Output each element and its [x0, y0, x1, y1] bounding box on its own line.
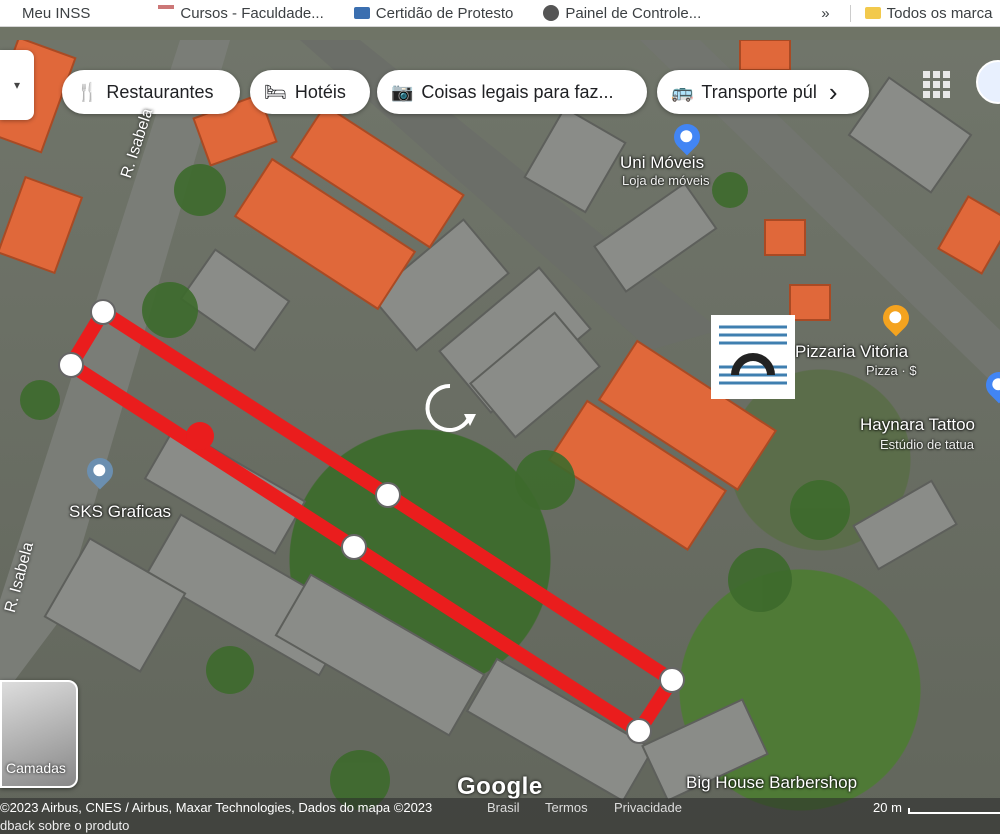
bed-icon: 🛏 — [264, 81, 287, 102]
bus-icon: 🚌 — [671, 81, 694, 102]
building — [852, 479, 958, 571]
feedback-link[interactable]: dback sobre o produto — [0, 818, 129, 833]
place-subtitle: Estúdio de tatua — [880, 437, 974, 452]
privacy-link[interactable]: Privacidade — [614, 800, 682, 815]
orange-roof — [936, 195, 1000, 275]
tree — [515, 450, 575, 510]
measurement-vertex[interactable] — [659, 667, 685, 693]
terms-link[interactable]: Termos — [545, 800, 588, 815]
chip-hoteis[interactable]: 🛏 Hotéis — [250, 70, 370, 114]
layers-label: Camadas — [6, 760, 66, 776]
tree — [712, 172, 748, 208]
tree — [20, 380, 60, 420]
bookmark-painel[interactable]: Painel de Controle... — [543, 5, 701, 22]
chip-label: Coisas legais para faz... — [421, 81, 614, 102]
chip-label: Hotéis — [294, 81, 346, 102]
map-scene — [0, 40, 1000, 810]
bookmark-label: Painel de Controle... — [565, 4, 702, 22]
chip-label: Restaurantes — [106, 81, 214, 102]
tree — [790, 480, 850, 540]
measurement-vertex[interactable] — [626, 718, 652, 744]
bookmark-certidao[interactable]: Certidão de Protesto — [353, 4, 514, 22]
apps-grid-icon[interactable] — [920, 68, 954, 102]
chip-coisas-legais[interactable]: 📷 Coisas legais para faz... — [377, 70, 647, 114]
chip-restaurantes[interactable]: 🍴 Restaurantes — [62, 70, 240, 114]
graduation-cap-icon — [158, 5, 175, 21]
place-name[interactable]: Haynara Tattoo — [860, 415, 975, 435]
bookmarks-bar: Meu INSS Cursos - Faculdade... Certidão … — [0, 0, 1000, 27]
tree — [206, 646, 254, 694]
measurement-start-marker — [186, 422, 214, 450]
bookmark-all[interactable]: Todos os marca — [849, 4, 993, 22]
place-subtitle: Loja de móveis — [622, 173, 710, 188]
camera-icon: 📷 — [391, 81, 414, 102]
orange-roof — [789, 284, 831, 321]
map-footer: ©2023 Airbus, CNES / Airbus, Maxar Techn… — [0, 798, 1000, 834]
bookmark-label: Cursos - Faculdade... — [180, 4, 324, 22]
document-icon — [353, 7, 370, 19]
chip-label: Transporte púl — [701, 81, 817, 102]
building — [179, 248, 291, 352]
orange-roof — [0, 175, 84, 275]
place-name[interactable]: Pizzaria Vitória — [795, 342, 908, 362]
place-name[interactable]: Uni Móveis — [620, 153, 704, 173]
copyright-text: ©2023 Airbus, CNES / Airbus, Maxar Techn… — [0, 800, 433, 815]
bookmark-meu-inss[interactable]: Meu INSS — [0, 5, 90, 22]
fork-knife-icon: 🍴 — [76, 81, 99, 102]
tree — [728, 548, 792, 612]
bookmark-label: Todos os marca — [886, 4, 993, 22]
place-subtitle: Pizza · $ — [866, 363, 917, 378]
measurement-vertex[interactable] — [375, 482, 401, 508]
chips-next-arrow-icon[interactable]: › — [829, 77, 838, 108]
bookmarks-overflow-button[interactable]: » — [821, 5, 829, 22]
folder-icon — [864, 7, 881, 19]
place-name[interactable]: SKS Graficas — [69, 502, 171, 522]
scale-bar — [908, 808, 1000, 814]
layers-button[interactable]: Camadas — [0, 680, 78, 788]
bookmark-label: Certidão de Protesto — [375, 4, 514, 22]
rotate-icon[interactable] — [420, 378, 480, 438]
tunnel-icon[interactable] — [711, 315, 795, 399]
country-link[interactable]: Brasil — [487, 800, 520, 815]
scale-label[interactable]: 20 m — [873, 800, 902, 815]
tree — [142, 282, 198, 338]
satellite-map[interactable] — [0, 40, 1000, 834]
side-panel-toggle[interactable]: ▾ — [0, 50, 34, 120]
measurement-vertex[interactable] — [341, 534, 367, 560]
measurement-vertex[interactable] — [90, 299, 116, 325]
chip-transporte[interactable]: 🚌 Transporte púl › — [657, 70, 869, 114]
page-icon — [0, 7, 16, 19]
bookmark-label: Meu INSS — [22, 4, 91, 22]
place-name[interactable]: Big House Barbershop — [686, 773, 857, 793]
tree — [174, 164, 226, 216]
orange-roof — [764, 219, 806, 256]
measurement-vertex[interactable] — [58, 352, 84, 378]
chevron-down-icon: ▾ — [13, 78, 21, 92]
google-logo: Google — [457, 773, 543, 800]
orange-roof — [739, 40, 791, 71]
bookmark-cursos[interactable]: Cursos - Faculdade... — [158, 4, 324, 22]
globe-icon — [543, 5, 560, 21]
